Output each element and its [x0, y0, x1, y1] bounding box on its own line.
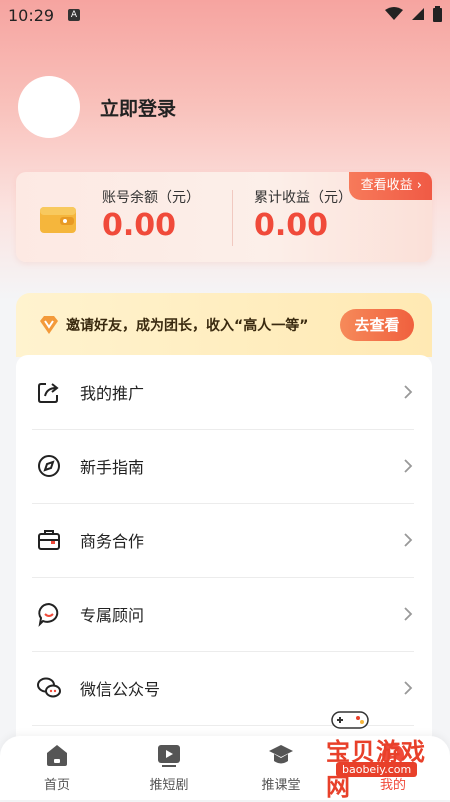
- status-bar: 10:29 A: [0, 0, 450, 32]
- nav-drama[interactable]: 推短剧: [124, 742, 214, 793]
- status-time: 10:29: [8, 6, 55, 25]
- invite-banner[interactable]: 邀请好友，成为团长，收入“高人一等” 去查看: [16, 293, 432, 357]
- status-right: [385, 6, 442, 22]
- invite-text: 邀请好友，成为团长，收入“高人一等”: [66, 318, 309, 334]
- menu-item-label: 专属顾问: [80, 606, 145, 625]
- nav-label: 首页: [43, 778, 70, 793]
- watermark: 宝贝游戏网 baobeiy.com: [306, 706, 426, 801]
- compass-icon: [38, 455, 60, 477]
- menu-item-label: 新手指南: [80, 458, 145, 477]
- chevron-right-icon: [404, 459, 413, 473]
- invite-view-button[interactable]: 去查看: [340, 309, 414, 341]
- earnings-value: 0.00: [254, 208, 329, 243]
- menu-item-label: 我的推广: [80, 384, 145, 403]
- login-link[interactable]: 立即登录: [100, 94, 176, 121]
- balance-card: 账号余额（元） 0.00 累计收益（元） 0.00 查看收益 ›: [16, 172, 432, 262]
- divider: [232, 190, 233, 246]
- chevron-right-icon: [404, 607, 413, 621]
- chevron-right-icon: [404, 533, 413, 547]
- status-a-icon: A: [68, 9, 80, 21]
- chevron-right-icon: [404, 681, 413, 695]
- account-balance-value: 0.00: [102, 208, 177, 243]
- signal-icon: [412, 8, 424, 20]
- account-balance-label: 账号余额（元）: [102, 190, 200, 206]
- profile-header[interactable]: 立即登录: [18, 76, 176, 138]
- home-icon: [47, 745, 67, 766]
- briefcase-icon: [38, 530, 60, 550]
- earnings-label: 累计收益（元）: [254, 190, 352, 206]
- wallet-icon: [40, 207, 76, 233]
- menu-item-advisor[interactable]: 专属顾问: [32, 577, 414, 652]
- menu-item-guide[interactable]: 新手指南: [32, 429, 414, 504]
- share-icon: [38, 383, 59, 403]
- gamepad-icon: [331, 711, 369, 729]
- avatar[interactable]: [18, 76, 80, 138]
- menu-item-label: 商务合作: [80, 532, 145, 551]
- nav-home[interactable]: 首页: [12, 742, 102, 793]
- play-icon: [158, 745, 180, 767]
- graduation-cap-icon: [269, 745, 293, 764]
- watermark-url: baobeiy.com: [336, 762, 418, 777]
- wifi-icon: [385, 7, 403, 20]
- menu-item-business[interactable]: 商务合作: [32, 503, 414, 578]
- vip-diamond-icon: [40, 316, 58, 334]
- chevron-right-icon: ›: [416, 178, 422, 193]
- chevron-right-icon: [404, 385, 413, 399]
- nav-label: 推短剧: [149, 778, 189, 793]
- battery-icon: [433, 6, 442, 22]
- menu-item-label: 微信公众号: [80, 680, 161, 699]
- wechat-icon: [37, 677, 61, 698]
- view-earnings-button[interactable]: 查看收益 ›: [348, 172, 432, 200]
- chat-bubble-icon: [38, 602, 59, 627]
- menu-item-promotion[interactable]: 我的推广: [32, 355, 414, 430]
- view-earnings-label: 查看收益: [360, 178, 413, 193]
